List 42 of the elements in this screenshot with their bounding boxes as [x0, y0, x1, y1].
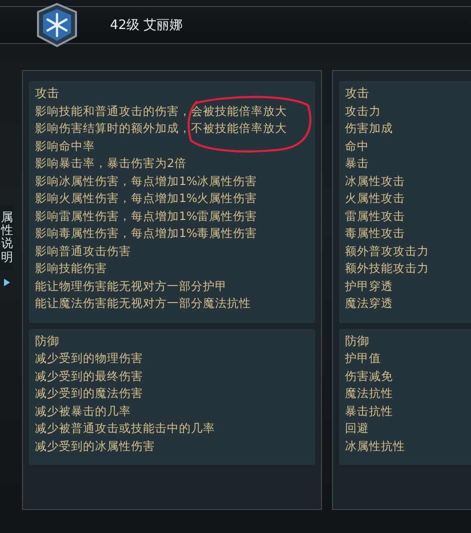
attribute-label: 冰属性攻击: [345, 172, 406, 190]
attribute-label: 毒属性攻击: [345, 225, 406, 242]
attribute-label: 回避: [345, 420, 370, 437]
description-text: 影响雷属性伤害，每点增加1%雷属性伤害: [35, 208, 258, 224]
description-text: 影响技能伤害: [35, 260, 108, 277]
description-text: 减少被普通攻击或技能击中的几率: [35, 420, 216, 437]
attribute-label: 冰属性抗性: [345, 438, 406, 454]
description-text: 减少受到的最终伤害: [35, 368, 144, 384]
attribute-label: 额外技能攻击力: [345, 260, 430, 277]
description-text: 影响暴击率，暴击伤害为2倍: [35, 155, 188, 172]
description-text: 影响冰属性伤害，每点增加1%冰属性伤害: [35, 172, 258, 190]
description-text: 减少受到的物理伤害: [35, 350, 144, 367]
description-text: 影响火属性伤害，每点增加1%火属性伤害: [35, 190, 258, 207]
attribute-label: 火属性攻击: [345, 190, 406, 207]
description-text: 减少受到的冰属性伤害: [35, 438, 156, 454]
attribute-label: 额外普攻攻击力: [345, 242, 430, 260]
section-title: 防御: [35, 332, 60, 350]
character-title: 42级 艾丽娜: [110, 17, 183, 34]
attribute-label: 暴击抗性: [345, 402, 394, 420]
attribute-label: 暴击: [345, 155, 370, 172]
attribute-label: 魔法抗性: [345, 385, 394, 402]
description-text: 影响普通攻击伤害: [35, 242, 132, 260]
attribute-label: 伤害加成: [345, 120, 394, 137]
description-text: 影响技能和普通攻击的伤害，会被技能倍率放大: [35, 102, 288, 120]
attribute-label: 护甲穿透: [345, 278, 394, 294]
description-text: 能让物理伤害能无视对方一部分护甲: [35, 278, 228, 294]
description-text: 影响伤害结算时的额外加成，不被技能倍率放大: [35, 120, 288, 137]
description-text: 减少受到的魔法伤害: [35, 385, 144, 402]
section-title: 防御: [345, 332, 370, 350]
attribute-label: 伤害减免: [345, 368, 394, 384]
attribute-label: 命中: [345, 138, 370, 154]
attribute-label: 魔法穿透: [345, 295, 394, 312]
attribute-label: 攻击力: [345, 102, 382, 120]
section-title: 攻击: [345, 85, 370, 102]
description-text: 减少被暴击的几率: [35, 402, 132, 420]
description-text: 影响毒属性伤害，每点增加1%毒属性伤害: [35, 225, 258, 242]
attribute-label: 雷属性攻击: [345, 208, 406, 224]
attribute-label: 护甲值: [345, 350, 382, 367]
section-title: 攻击: [35, 85, 60, 102]
description-text: 能让魔法伤害能无视对方一部分魔法抗性: [35, 295, 252, 312]
attribute-tab[interactable]: 属性说明: [0, 205, 14, 270]
description-text: 影响命中率: [35, 138, 96, 154]
